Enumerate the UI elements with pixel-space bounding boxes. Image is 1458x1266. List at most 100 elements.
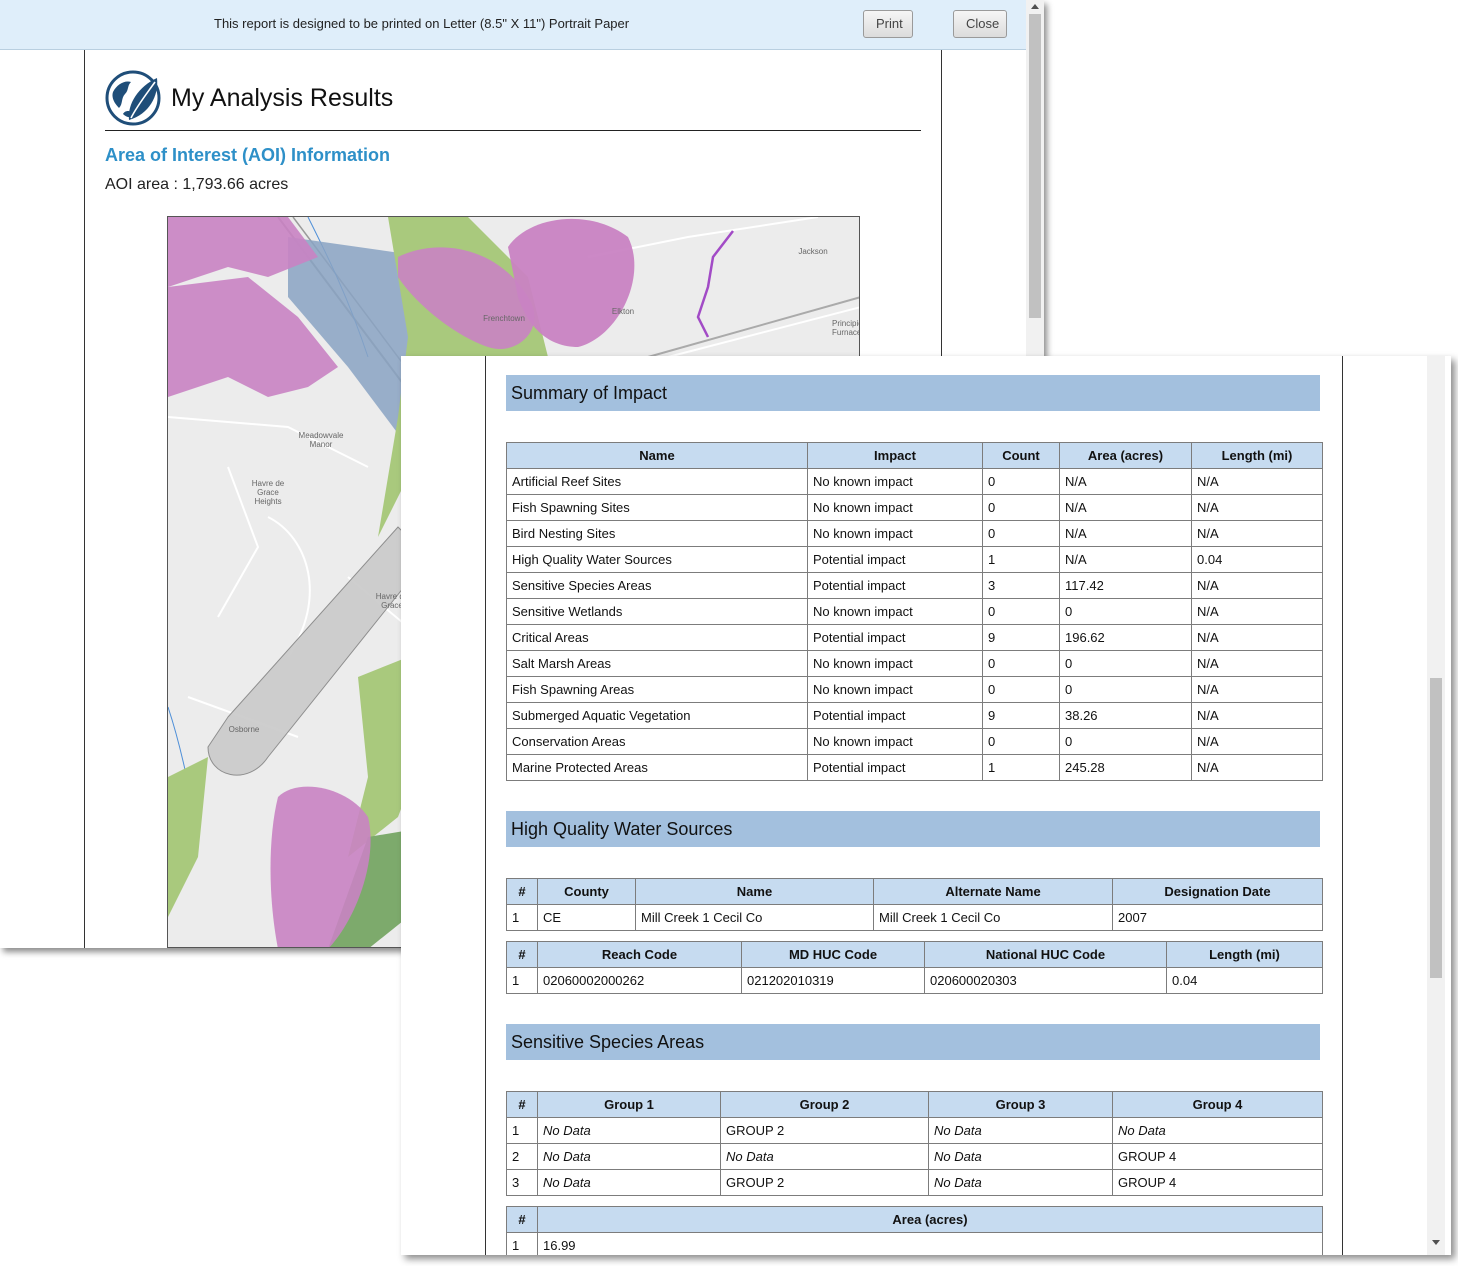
column-header: Count bbox=[982, 442, 1060, 469]
table-cell: N/A bbox=[1191, 754, 1323, 781]
species-groups-table: # Group 1 Group 2 Group 3 Group 4 1 No Data GR… bbox=[506, 1091, 1323, 1196]
table-cell: GROUP 2 bbox=[720, 1169, 929, 1196]
table-cell: High Quality Water Sources bbox=[506, 546, 808, 573]
table-row: Sensitive Species Areas Potential impact 3… bbox=[506, 572, 1323, 599]
column-header: # bbox=[506, 1206, 538, 1233]
table-cell: 2007 bbox=[1112, 904, 1323, 931]
column-header: # bbox=[506, 878, 538, 905]
table-cell: 0 bbox=[1059, 598, 1192, 625]
table-cell: No Data bbox=[537, 1169, 721, 1196]
table-cell: 38.26 bbox=[1059, 702, 1192, 729]
vertical-scrollbar[interactable] bbox=[1427, 356, 1445, 1255]
table-cell: Fish Spawning Areas bbox=[506, 676, 808, 703]
column-header: Group 4 bbox=[1112, 1091, 1323, 1118]
table-cell: 2 bbox=[506, 1143, 538, 1170]
table-cell: Marine Protected Areas bbox=[506, 754, 808, 781]
table-cell: Bird Nesting Sites bbox=[506, 520, 808, 547]
summary-table-body: Artificial Reef Sites No known impact 0 N/A… bbox=[506, 468, 1323, 781]
species-groups-header: # Group 1 Group 2 Group 3 Group 4 bbox=[506, 1091, 1323, 1118]
aoi-heading: Area of Interest (AOI) Information bbox=[105, 145, 391, 165]
species-heading: Sensitive Species Areas bbox=[506, 1024, 1320, 1060]
water-heading: High Quality Water Sources bbox=[506, 811, 1320, 847]
table-cell: 021202010319 bbox=[741, 967, 925, 994]
report-window-front: Summary of Impact Name Impact Count Area (a… bbox=[401, 356, 1451, 1255]
species-area-table: # Area (acres) 1 16.99 bbox=[506, 1206, 1323, 1255]
table-cell: Submerged Aquatic Vegetation bbox=[506, 702, 808, 729]
table-row: High Quality Water Sources Potential impa… bbox=[506, 546, 1323, 573]
table-cell: 3 bbox=[506, 1169, 538, 1196]
table-cell: CE bbox=[537, 904, 636, 931]
table-cell: N/A bbox=[1059, 520, 1192, 547]
water-sources-table: # County Name Alternate Name Designation Dat… bbox=[506, 878, 1323, 931]
column-header: MD HUC Code bbox=[741, 941, 925, 968]
table-cell: No Data bbox=[537, 1143, 721, 1170]
table-cell: N/A bbox=[1191, 676, 1323, 703]
table-row: Fish Spawning Areas No known impact 0 0 N/A bbox=[506, 676, 1323, 703]
table-cell: GROUP 4 bbox=[1112, 1143, 1323, 1170]
table-cell: No Data bbox=[928, 1169, 1113, 1196]
table-cell: N/A bbox=[1191, 494, 1323, 521]
table-cell: N/A bbox=[1191, 468, 1323, 495]
table-cell: N/A bbox=[1191, 650, 1323, 677]
water-reach-header: # Reach Code MD HUC Code National HUC Code L… bbox=[506, 941, 1323, 968]
column-header: # bbox=[506, 941, 538, 968]
water-sources-header: # County Name Alternate Name Designation Dat… bbox=[506, 878, 1323, 905]
water-header-row: # County Name Alternate Name Designation Dat… bbox=[506, 878, 1323, 905]
summary-table: Name Impact Count Area (acres) Length (mi) A… bbox=[506, 442, 1323, 781]
table-row: 1 CE Mill Creek 1 Cecil Co Mill Creek 1 Cec… bbox=[506, 904, 1323, 931]
table-row: 1 16.99 bbox=[506, 1232, 1323, 1255]
scroll-down-arrow-icon[interactable] bbox=[1432, 1240, 1440, 1245]
column-header: # bbox=[506, 1091, 538, 1118]
map-label-principio: Principio Furnace bbox=[832, 319, 860, 337]
map-label-frenchtown: Frenchtown bbox=[483, 314, 525, 323]
map-label-meadowvale: Meadowvale Manor bbox=[298, 431, 344, 449]
table-cell: 0 bbox=[982, 676, 1060, 703]
table-row: 1 02060002000262 021202010319 020600020303 0… bbox=[506, 967, 1323, 994]
aoi-area-text: AOI area : 1,793.66 acres bbox=[105, 176, 289, 193]
table-row: Submerged Aquatic Vegetation Potential im… bbox=[506, 702, 1323, 729]
species-groups-body: 1 No Data GROUP 2 No Data No Data 2 No Data No … bbox=[506, 1117, 1323, 1196]
table-cell: N/A bbox=[1191, 520, 1323, 547]
table-cell: No Data bbox=[537, 1117, 721, 1144]
print-button[interactable]: Print bbox=[863, 10, 913, 38]
table-cell: No known impact bbox=[807, 728, 983, 755]
table-cell: 1 bbox=[506, 967, 538, 994]
table-cell: Potential impact bbox=[807, 546, 983, 573]
table-cell: N/A bbox=[1191, 728, 1323, 755]
column-header: Area (acres) bbox=[537, 1206, 1323, 1233]
species-area-header: # Area (acres) bbox=[506, 1206, 1323, 1233]
scrollbar-thumb[interactable] bbox=[1029, 14, 1041, 318]
table-cell: 196.62 bbox=[1059, 624, 1192, 651]
table-row: 1 No Data GROUP 2 No Data No Data bbox=[506, 1117, 1323, 1144]
map-label-havre-heights: Havre de Grace Heights bbox=[251, 479, 285, 506]
globe-leaf-logo-icon bbox=[105, 70, 161, 126]
map-label-jackson: Jackson bbox=[798, 247, 828, 256]
table-cell: 0 bbox=[1059, 676, 1192, 703]
table-cell: 1 bbox=[982, 754, 1060, 781]
water-reach-table: # Reach Code MD HUC Code National HUC Code L… bbox=[506, 941, 1323, 994]
reach-header-row: # Reach Code MD HUC Code National HUC Code L… bbox=[506, 941, 1323, 968]
title-divider bbox=[105, 130, 921, 131]
water-reach-body: 1 02060002000262 021202010319 020600020303 0… bbox=[506, 967, 1323, 994]
table-cell: 0 bbox=[982, 650, 1060, 677]
table-cell: 3 bbox=[982, 572, 1060, 599]
table-cell: 02060002000262 bbox=[537, 967, 742, 994]
table-cell: 1 bbox=[506, 1117, 538, 1144]
table-cell: N/A bbox=[1059, 468, 1192, 495]
scroll-up-arrow-icon[interactable] bbox=[1031, 4, 1039, 9]
table-row: Fish Spawning Sites No known impact 0 N/A N/… bbox=[506, 494, 1323, 521]
table-row: Conservation Areas No known impact 0 0 N/A bbox=[506, 728, 1323, 755]
close-button[interactable]: Close bbox=[953, 10, 1007, 38]
column-header: Length (mi) bbox=[1166, 941, 1323, 968]
column-header: Group 2 bbox=[720, 1091, 929, 1118]
table-cell: GROUP 4 bbox=[1112, 1169, 1323, 1196]
table-row: Artificial Reef Sites No known impact 0 N/A… bbox=[506, 468, 1323, 495]
summary-header-row: Name Impact Count Area (acres) Length (mi) bbox=[506, 442, 1323, 469]
table-cell: 0 bbox=[982, 494, 1060, 521]
column-header: Name bbox=[635, 878, 874, 905]
table-cell: 16.99 bbox=[537, 1232, 1323, 1255]
table-cell: N/A bbox=[1191, 702, 1323, 729]
column-header: Group 3 bbox=[928, 1091, 1113, 1118]
scrollbar-thumb[interactable] bbox=[1430, 678, 1442, 978]
column-header: National HUC Code bbox=[924, 941, 1167, 968]
